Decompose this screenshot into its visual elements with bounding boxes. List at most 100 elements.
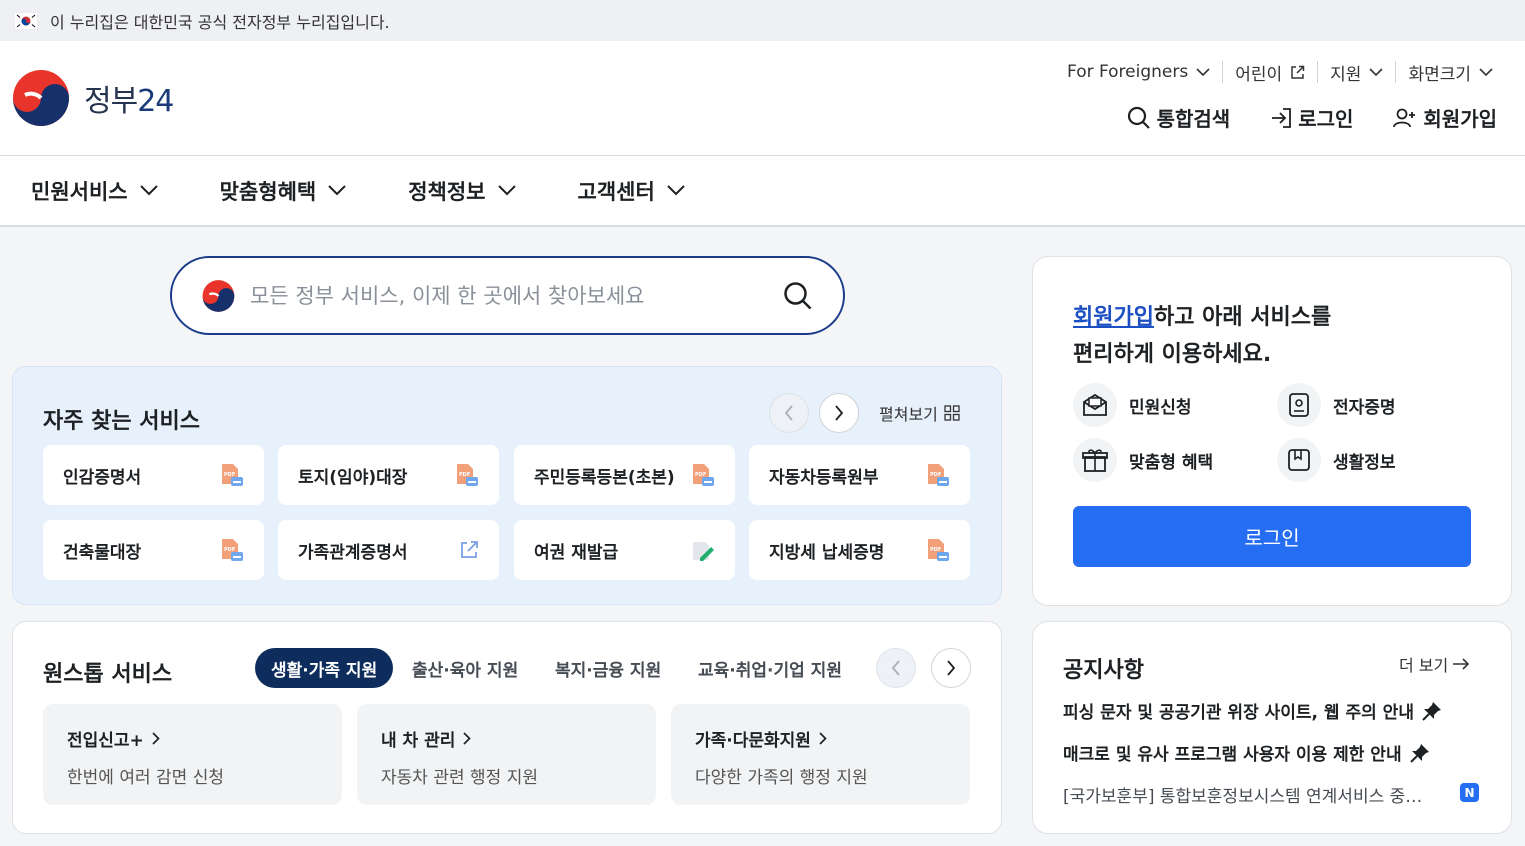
login-link[interactable]: 로그인 xyxy=(1270,103,1353,132)
official-banner-text: 이 누리집은 대한민국 공식 전자정부 누리집입니다. xyxy=(50,12,390,32)
card-title: 가족·다문화지원 xyxy=(695,731,811,751)
pdf-doc-icon: PDF xyxy=(457,464,478,486)
chevron-down-icon xyxy=(1196,67,1210,76)
notice-item[interactable]: [국가보훈부] 통합보훈정보시스템 연계서비스 중… xyxy=(1063,782,1422,807)
service-item-family-certificate[interactable]: 가족관계증명서 xyxy=(278,520,499,580)
chevron-right-icon xyxy=(819,732,827,745)
utility-nav: For Foreigners 어린이 지원 화면크기 xyxy=(1055,61,1505,85)
service-label: 건축물대장 xyxy=(63,542,142,563)
notice-text: [국가보훈부] 통합보훈정보시스템 연계서비스 중… xyxy=(1063,787,1423,807)
edit-doc-icon xyxy=(693,542,714,561)
tab-education-employment[interactable]: 교육·취업·기업 지원 xyxy=(698,648,842,688)
pdf-doc-icon: PDF xyxy=(222,539,243,561)
chevron-down-icon xyxy=(497,185,516,196)
header: 정부24 For Foreigners 어린이 지원 화면크기 통합검색 로그인 xyxy=(0,41,1525,156)
onestop-card-family[interactable]: 가족·다문화지원 다양한 가족의 행정 지원 xyxy=(671,704,970,805)
logo-number: 24 xyxy=(137,84,174,119)
next-button[interactable] xyxy=(819,393,859,433)
utility-label: For Foreigners xyxy=(1067,62,1189,82)
gnb-benefits[interactable]: 맞춤형혜택 xyxy=(220,176,347,206)
chevron-down-icon xyxy=(139,185,158,196)
gift-icon xyxy=(1082,449,1108,472)
main-nav: 민원서비스 맞춤형혜택 정책정보 고객센터 xyxy=(0,156,1525,227)
utility-for-foreigners[interactable]: For Foreigners xyxy=(1055,61,1222,83)
action-nav: 통합검색 로그인 회원가입 xyxy=(1087,103,1497,132)
service-item-vehicle-register[interactable]: 자동차등록원부 PDF xyxy=(749,445,970,505)
gnb-customer-center[interactable]: 고객센터 xyxy=(578,176,685,206)
onestop-card-move-in[interactable]: 전입신고+ 한번에 여러 감면 신청 xyxy=(43,704,342,805)
service-item-resident-register[interactable]: 주민등록등본(초본) PDF xyxy=(514,445,735,505)
search-icon[interactable] xyxy=(783,281,813,311)
expand-button[interactable]: 펼쳐보기 xyxy=(879,401,960,425)
site-logo[interactable]: 정부24 xyxy=(12,69,174,127)
quick-e-certificate[interactable]: 전자증명 xyxy=(1277,383,1396,427)
external-link-icon xyxy=(461,541,478,558)
integrated-search-label: 통합검색 xyxy=(1156,107,1231,131)
main-search-box xyxy=(170,256,845,335)
login-button[interactable]: 로그인 xyxy=(1073,506,1471,567)
tab-label: 복지·금융 지원 xyxy=(555,660,662,681)
signup-link[interactable]: 회원가입 xyxy=(1393,103,1497,132)
chevron-right-icon xyxy=(463,732,472,745)
service-item-building-register[interactable]: 건축물대장 PDF xyxy=(43,520,264,580)
pdf-doc-icon: PDF xyxy=(693,464,714,486)
quick-label: 맞춤형 혜택 xyxy=(1129,452,1214,473)
pin-icon xyxy=(1422,701,1441,721)
certificate-icon xyxy=(1289,393,1309,417)
main-search-input[interactable] xyxy=(250,283,783,308)
notice-item[interactable]: 매크로 및 유사 프로그램 사용자 이용 제한 안내 xyxy=(1063,740,1430,765)
mail-icon xyxy=(1083,393,1107,416)
pdf-doc-icon: PDF xyxy=(222,464,243,486)
tab-label: 생활·가족 지원 xyxy=(271,660,378,681)
notice-panel: 공지사항 더 보기 피싱 문자 및 공공기관 위장 사이트, 웹 주의 안내 매… xyxy=(1032,621,1512,834)
signup-inline-link[interactable]: 회원가입 xyxy=(1073,305,1154,330)
utility-label: 지원 xyxy=(1330,64,1362,85)
service-label: 주민등록등본(초본) xyxy=(534,467,675,488)
card-desc: 다양한 가족의 행정 지원 xyxy=(695,768,868,788)
prev-button[interactable] xyxy=(769,393,809,433)
notice-item[interactable]: 피싱 문자 및 공공기관 위장 사이트, 웹 주의 안내 xyxy=(1063,698,1442,723)
gnb-civil-service[interactable]: 민원서비스 xyxy=(31,176,158,206)
service-item-passport-reissue[interactable]: 여권 재발급 xyxy=(514,520,735,580)
prev-button[interactable] xyxy=(876,648,916,688)
tab-life-family[interactable]: 생활·가족 지원 xyxy=(255,648,394,688)
gnb-policy[interactable]: 정책정보 xyxy=(408,176,516,206)
pdf-doc-icon: PDF xyxy=(928,464,949,486)
bookmark-icon xyxy=(1288,449,1310,471)
utility-kids[interactable]: 어린이 xyxy=(1222,61,1317,85)
more-button[interactable]: 더 보기 xyxy=(1399,652,1470,676)
notice-title: 공지사항 xyxy=(1063,658,1144,683)
pin-icon xyxy=(1409,743,1429,763)
chevron-down-icon xyxy=(1479,67,1493,76)
utility-support[interactable]: 지원 xyxy=(1317,61,1395,85)
signup-label: 회원가입 xyxy=(1423,107,1497,131)
user-add-icon xyxy=(1393,108,1416,127)
service-label: 토지(임야)대장 xyxy=(298,467,408,488)
next-button[interactable] xyxy=(931,648,971,688)
service-item-local-tax-certificate[interactable]: 지방세 납세증명 PDF xyxy=(749,520,970,580)
service-label: 여권 재발급 xyxy=(534,542,619,563)
onestop-card-my-car[interactable]: 내 차 관리 자동차 관련 행정 지원 xyxy=(357,704,656,805)
official-banner: 이 누리집은 대한민국 공식 전자정부 누리집입니다. xyxy=(0,0,1525,41)
onestop-title: 원스톱 서비스 xyxy=(43,662,173,687)
quick-benefits[interactable]: 맞춤형 혜택 xyxy=(1073,438,1213,482)
service-item-seal-certificate[interactable]: 인감증명서 PDF xyxy=(43,445,264,505)
card-title: 내 차 관리 xyxy=(381,731,456,751)
grid-icon xyxy=(944,405,960,421)
government-emblem-icon xyxy=(13,70,69,126)
integrated-search-button[interactable]: 통합검색 xyxy=(1127,103,1231,132)
korea-flag-icon xyxy=(14,11,38,30)
gnb-label: 민원서비스 xyxy=(31,179,128,204)
utility-screen-size[interactable]: 화면크기 xyxy=(1395,61,1505,85)
service-label: 인감증명서 xyxy=(63,467,142,488)
logo-text: 정부 xyxy=(84,84,138,119)
more-label: 더 보기 xyxy=(1399,656,1449,675)
quick-life-info[interactable]: 생활정보 xyxy=(1277,438,1396,482)
tab-birth-childcare[interactable]: 출산·육아 지원 xyxy=(412,648,518,688)
frequent-services-panel: 자주 찾는 서비스 펼쳐보기 인감증명서 PDF 토지(임야)대장 PDF 주민… xyxy=(12,366,1002,605)
tab-welfare-finance[interactable]: 복지·금융 지원 xyxy=(555,648,661,688)
search-icon xyxy=(1127,106,1150,129)
tab-label: 교육·취업·기업 지원 xyxy=(698,660,842,681)
service-item-land-register[interactable]: 토지(임야)대장 PDF xyxy=(278,445,499,505)
quick-civil-application[interactable]: 민원신청 xyxy=(1073,383,1192,427)
